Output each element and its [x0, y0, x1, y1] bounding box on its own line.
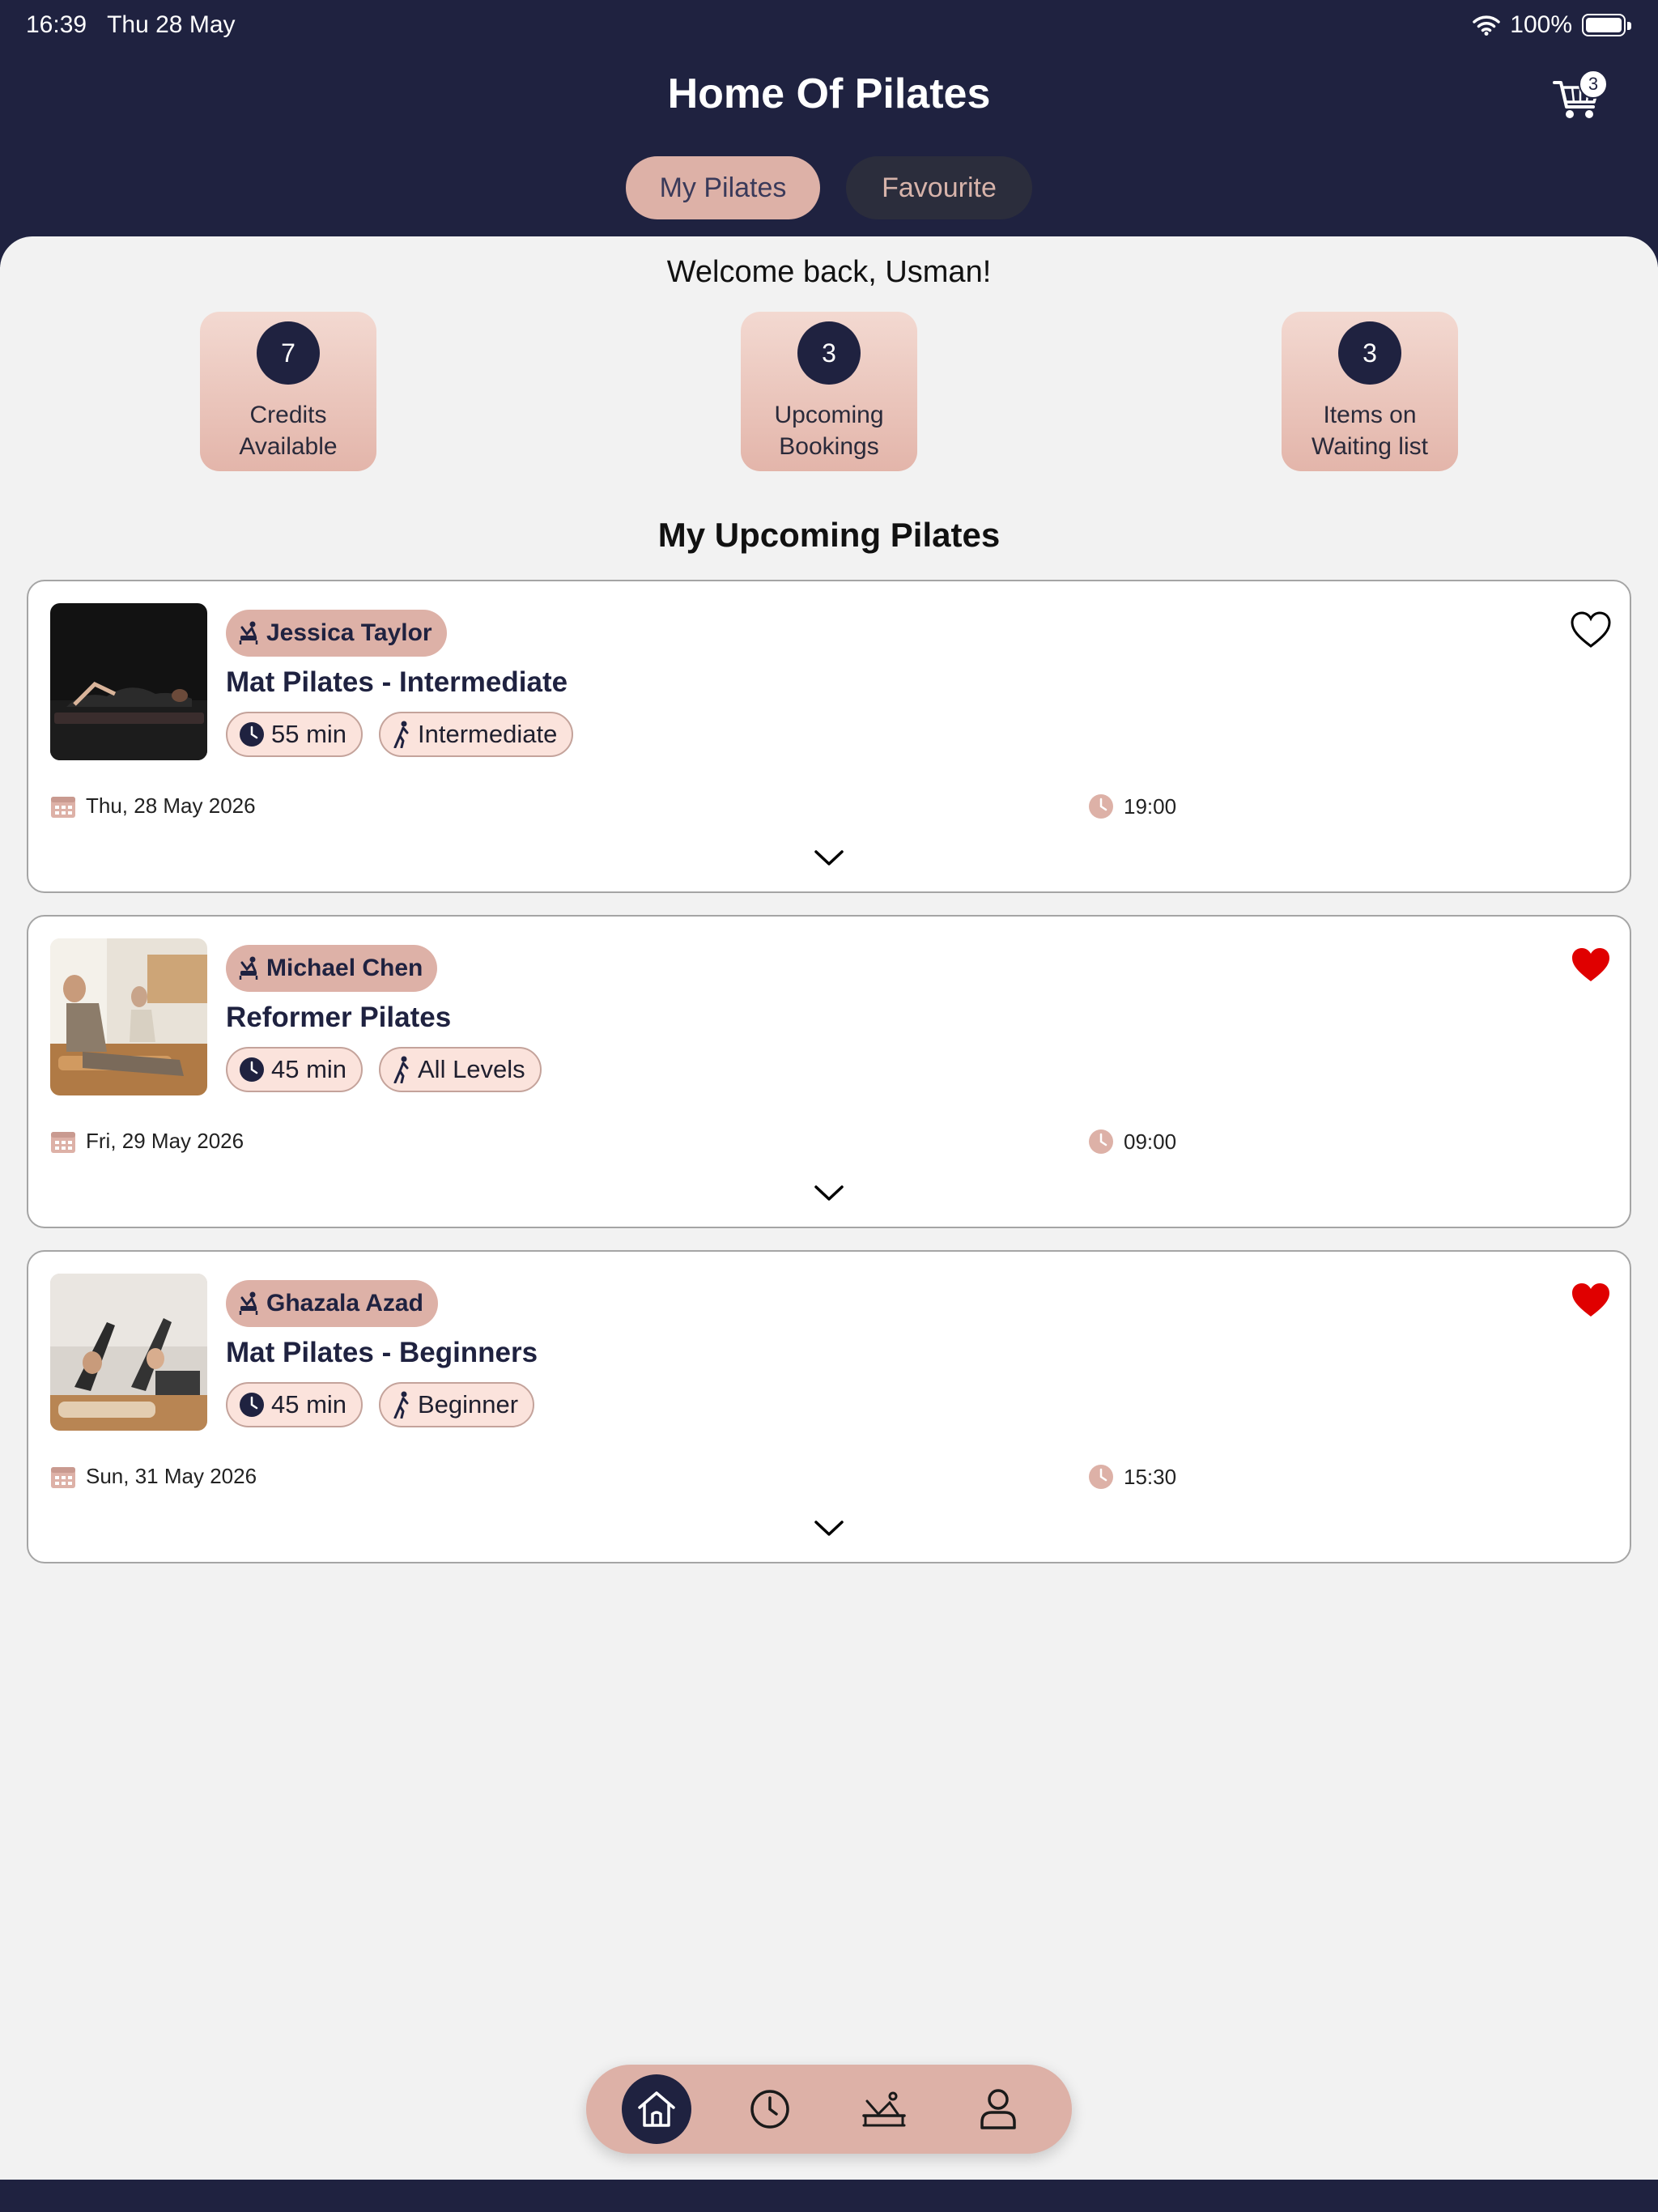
clock-icon	[750, 2090, 789, 2129]
class-thumbnail	[50, 938, 207, 1095]
class-thumbnail	[50, 603, 207, 760]
battery-percent: 100%	[1510, 11, 1572, 38]
instructor-name: Ghazala Azad	[266, 1290, 423, 1317]
clock-icon	[240, 1393, 264, 1417]
class-card[interactable]: Jessica Taylor Mat Pilates - Intermediat…	[27, 580, 1631, 893]
reformer-icon	[862, 2091, 906, 2127]
level-text: Intermediate	[418, 720, 558, 748]
welcome-message: Welcome back, Usman!	[666, 255, 992, 289]
class-date: Thu, 28 May 2026	[50, 793, 256, 819]
stat-card-waiting-list[interactable]: 3 Items on Waiting list	[1282, 312, 1458, 471]
calendar-icon	[51, 1131, 75, 1153]
class-time: 15:30	[1088, 1464, 1176, 1490]
class-time: 19:00	[1088, 793, 1176, 819]
stat-value: 7	[257, 321, 320, 385]
class-date: Fri, 29 May 2026	[50, 1129, 244, 1154]
instructor-name: Jessica Taylor	[266, 619, 432, 646]
status-clock: 16:39	[26, 11, 87, 38]
level-chip: Intermediate	[379, 712, 574, 757]
wifi-icon	[1473, 15, 1501, 36]
duration-text: 45 min	[271, 1055, 347, 1083]
reformer-icon	[239, 621, 258, 644]
clock-icon	[1089, 1129, 1113, 1154]
clock-icon	[240, 722, 264, 747]
class-date: Sun, 31 May 2026	[50, 1464, 257, 1489]
time-text: 09:00	[1124, 1129, 1177, 1154]
level-chip: Beginner	[379, 1382, 535, 1427]
battery-icon	[1582, 14, 1631, 36]
class-title: Mat Pilates - Intermediate	[226, 666, 568, 698]
stat-card-credits[interactable]: 7 Credits Available	[200, 312, 376, 471]
tab-favourite[interactable]: Favourite	[846, 156, 1032, 219]
time-text: 19:00	[1124, 793, 1177, 819]
stat-label: Credits Available	[239, 402, 338, 460]
level-chip: All Levels	[379, 1047, 542, 1092]
duration-chip: 45 min	[226, 1382, 363, 1427]
cart-count-badge: 3	[1579, 70, 1608, 99]
date-text: Thu, 28 May 2026	[86, 793, 256, 818]
duration-text: 45 min	[271, 1390, 347, 1419]
reformer-icon	[239, 956, 258, 980]
time-text: 15:30	[1124, 1464, 1177, 1489]
duration-chip: 55 min	[226, 712, 363, 757]
nav-profile[interactable]	[963, 2074, 1033, 2144]
clock-icon	[240, 1057, 264, 1082]
chevron-down-icon[interactable]	[814, 1184, 844, 1203]
clock-icon	[1089, 1465, 1113, 1489]
stretch-icon	[393, 1056, 409, 1083]
stretch-icon	[393, 1391, 409, 1419]
bottom-bar	[0, 2180, 1658, 2212]
stat-value: 3	[797, 321, 861, 385]
class-title: Mat Pilates - Beginners	[226, 1337, 538, 1368]
instructor-badge: Ghazala Azad	[226, 1280, 438, 1327]
instructor-badge: Jessica Taylor	[226, 610, 447, 657]
nav-classes[interactable]	[849, 2074, 919, 2144]
stat-label: Upcoming Bookings	[774, 402, 884, 460]
class-time: 09:00	[1088, 1129, 1176, 1155]
instructor-name: Michael Chen	[266, 955, 423, 981]
clock-icon	[1089, 794, 1113, 819]
level-text: All Levels	[418, 1055, 525, 1083]
bottom-nav	[586, 2065, 1072, 2154]
date-text: Sun, 31 May 2026	[86, 1464, 257, 1488]
app-header: 16:39 Thu 28 May 100% Home Of Pilates 3 …	[0, 0, 1658, 267]
nav-schedule[interactable]	[735, 2074, 805, 2144]
duration-text: 55 min	[271, 720, 347, 748]
tab-my-pilates[interactable]: My Pilates	[626, 156, 820, 219]
status-time: 16:39 Thu 28 May	[26, 11, 236, 39]
stat-card-bookings[interactable]: 3 Upcoming Bookings	[741, 312, 917, 471]
duration-chip: 45 min	[226, 1047, 363, 1092]
instructor-badge: Michael Chen	[226, 945, 438, 992]
class-card[interactable]: Michael Chen Reformer Pilates 45 min All…	[27, 915, 1631, 1228]
status-indicators: 100%	[1473, 11, 1631, 39]
stat-label: Items on Waiting list	[1312, 402, 1428, 460]
app-title: Home Of Pilates	[667, 70, 991, 117]
stat-value: 3	[1338, 321, 1401, 385]
home-icon	[638, 2091, 675, 2127]
profile-icon	[980, 2089, 1016, 2129]
nav-home[interactable]	[622, 2074, 691, 2144]
chevron-down-icon[interactable]	[814, 849, 844, 868]
heart-outline-icon[interactable]	[1570, 610, 1612, 649]
status-date: Thu 28 May	[107, 11, 236, 38]
class-card[interactable]: Ghazala Azad Mat Pilates - Beginners 45 …	[27, 1250, 1631, 1563]
section-title: My Upcoming Pilates	[657, 516, 1001, 554]
level-text: Beginner	[418, 1390, 519, 1419]
chevron-down-icon[interactable]	[814, 1519, 844, 1538]
stretch-icon	[393, 721, 409, 748]
heart-filled-icon[interactable]	[1570, 946, 1612, 985]
date-text: Fri, 29 May 2026	[86, 1129, 244, 1153]
calendar-icon	[51, 1466, 75, 1488]
class-title: Reformer Pilates	[226, 1002, 452, 1033]
class-thumbnail	[50, 1274, 207, 1431]
reformer-icon	[239, 1291, 258, 1315]
calendar-icon	[51, 796, 75, 818]
heart-filled-icon[interactable]	[1570, 1281, 1612, 1320]
